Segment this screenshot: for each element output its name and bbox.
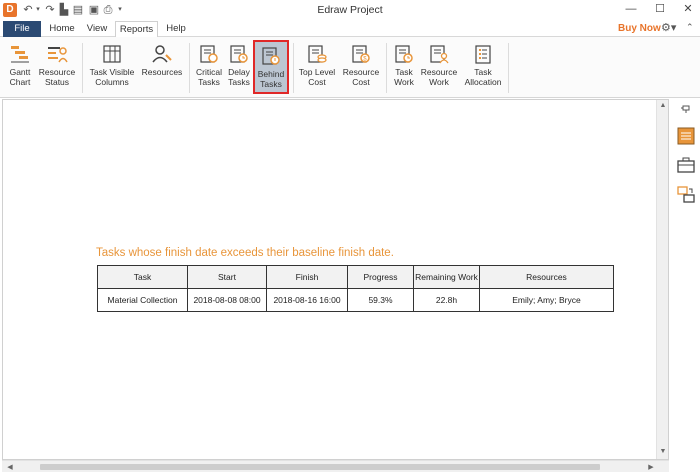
window-title: Edraw Project	[317, 4, 383, 16]
resource-status-label: Resource Status	[38, 67, 76, 87]
properties-panel-icon[interactable]	[677, 127, 695, 145]
scroll-up-arrow-icon[interactable]: ▲	[657, 102, 669, 109]
task-work-icon	[395, 45, 413, 63]
table-cell: 2018-08-16 16:00	[266, 288, 348, 312]
column-header-task: Task	[97, 265, 188, 289]
resource-work-label: Resource Work	[420, 67, 458, 87]
critical-tasks-button[interactable]: Critical Tasks	[193, 40, 225, 94]
close-icon[interactable]: ✕	[681, 2, 695, 16]
resource-work-icon	[430, 45, 449, 64]
resource-work-button[interactable]: Resource Work	[418, 40, 460, 94]
gantt-chart-button[interactable]: Gantt Chart	[3, 40, 37, 94]
buy-now-link[interactable]: Buy Now	[618, 23, 661, 34]
table-cell: 59.3%	[347, 288, 414, 312]
column-header-remaining-work: Remaining Work	[413, 265, 480, 289]
tab-reports[interactable]: Reports	[115, 21, 158, 38]
tab-file[interactable]: File	[3, 21, 41, 37]
critical-tasks-icon	[200, 45, 218, 63]
top-level-cost-icon	[308, 45, 327, 63]
resources-label: Resources	[141, 67, 183, 77]
resource-cost-icon: $	[352, 45, 370, 63]
column-header-start: Start	[187, 265, 267, 289]
ribbon-panel: Gantt Chart Resource Status Task Visible…	[0, 37, 700, 98]
tab-help[interactable]: Help	[162, 21, 190, 37]
maximize-icon[interactable]: ☐	[653, 2, 667, 16]
task-allocation-button[interactable]: Task Allocation	[462, 40, 504, 94]
toolbox-icon[interactable]	[677, 156, 695, 174]
ribbon-separator	[293, 43, 294, 93]
vertical-scrollbar[interactable]: ▲ ▼	[656, 100, 668, 459]
scroll-left-arrow-icon[interactable]: ◀	[4, 463, 16, 471]
delay-tasks-label: Delay Tasks	[228, 67, 250, 87]
column-header-finish: Finish	[266, 265, 348, 289]
pin-icon[interactable]	[680, 103, 692, 115]
table-cell: 22.8h	[413, 288, 480, 312]
resource-cost-label: Resource Cost	[342, 67, 380, 87]
ribbon-separator	[508, 43, 509, 93]
critical-tasks-label: Critical Tasks	[196, 67, 222, 87]
resources-button[interactable]: Resources	[140, 40, 184, 94]
table-cell: Emily; Amy; Bryce	[479, 288, 614, 312]
scroll-right-arrow-icon[interactable]: ▶	[645, 463, 657, 471]
task-allocation-label: Task Allocation	[464, 67, 502, 87]
horizontal-scroll-thumb[interactable]	[40, 464, 600, 470]
tab-home[interactable]: Home	[47, 21, 77, 37]
right-side-panel	[670, 99, 700, 476]
gantt-chart-icon	[11, 46, 29, 63]
gantt-chart-label: Gantt Chart	[9, 67, 31, 87]
export-icon[interactable]	[677, 185, 695, 203]
delay-tasks-icon	[230, 45, 248, 63]
column-header-resources: Resources	[479, 265, 614, 289]
resource-status-button[interactable]: Resource Status	[37, 40, 77, 94]
task-allocation-icon	[475, 45, 491, 64]
behind-tasks-icon	[262, 47, 280, 65]
behind-tasks-report-table: Task Start Finish Progress Remaining Wor…	[97, 265, 614, 312]
settings-gear-icon[interactable]: ⚙▾	[661, 21, 676, 34]
resource-status-icon	[48, 47, 68, 63]
task-work-label: Task Work	[394, 67, 414, 87]
ribbon-tabs: File Home View Reports Help	[0, 21, 700, 38]
behind-tasks-label: Behind Tasks	[257, 69, 285, 89]
ribbon-separator	[189, 43, 190, 93]
ribbon-separator	[386, 43, 387, 93]
report-heading: Tasks whose finish date exceeds their ba…	[96, 247, 394, 259]
table-row: Material Collection 2018-08-08 08:00 201…	[97, 288, 614, 312]
ribbon-collapse-icon[interactable]: ⌃	[686, 22, 694, 33]
ribbon-separator	[82, 43, 83, 93]
top-level-cost-button[interactable]: Top Level Cost	[296, 40, 338, 94]
top-level-cost-label: Top Level Cost	[298, 67, 336, 87]
task-visible-columns-button[interactable]: Task Visible Columns	[86, 40, 138, 94]
task-visible-columns-label: Task Visible Columns	[89, 67, 135, 87]
column-header-progress: Progress	[347, 265, 414, 289]
task-work-button[interactable]: Task Work	[390, 40, 418, 94]
behind-tasks-button[interactable]: Behind Tasks	[253, 40, 289, 94]
delay-tasks-button[interactable]: Delay Tasks	[225, 40, 253, 94]
table-header-row: Task Start Finish Progress Remaining Wor…	[97, 265, 614, 289]
minimize-icon[interactable]: —	[624, 2, 638, 16]
table-cell: Material Collection	[97, 288, 188, 312]
resource-cost-button[interactable]: $ Resource Cost	[340, 40, 382, 94]
title-bar: D ↶ ▾ ↷ ▙ ▤ ▣ ⎙ ▾ Edraw Project — ☐ ✕	[0, 0, 700, 21]
scroll-down-arrow-icon[interactable]: ▼	[657, 448, 669, 455]
task-visible-columns-icon	[103, 45, 121, 63]
table-cell: 2018-08-08 08:00	[187, 288, 267, 312]
tab-view[interactable]: View	[82, 21, 112, 37]
resources-icon	[152, 45, 172, 63]
horizontal-scrollbar[interactable]: ◀ ▶	[2, 460, 669, 472]
